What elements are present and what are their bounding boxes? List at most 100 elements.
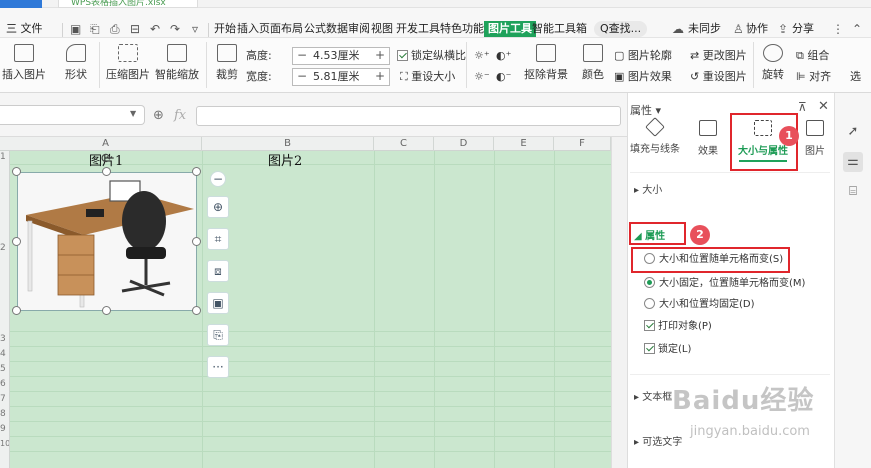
tab-smart-toolbox[interactable]: 智能工具箱 — [532, 21, 587, 37]
brightness-up-icon[interactable]: ☼⁺ — [474, 48, 490, 64]
width-stepper[interactable]: − 5.81厘米 + — [292, 68, 390, 86]
color-button[interactable]: 颜色 — [578, 44, 608, 82]
close-icon[interactable]: ✕ — [818, 99, 829, 114]
cell-b1[interactable]: 图片2 — [268, 151, 302, 169]
reset-picture-button[interactable]: ↺ 重设图片 — [690, 69, 747, 85]
collab-button[interactable]: 协作 — [746, 21, 768, 37]
shape-button[interactable]: 形状 — [58, 44, 94, 82]
contrast-up-icon[interactable]: ◐⁺ — [496, 48, 511, 64]
tab-home[interactable]: 开始 — [214, 21, 236, 37]
tab-review[interactable]: 审阅 — [348, 21, 370, 37]
properties-toggle-icon[interactable]: ⚌ — [843, 152, 863, 172]
tab-formula[interactable]: 公式 — [304, 21, 326, 37]
increase-icon[interactable]: + — [371, 48, 389, 64]
resize-handle[interactable] — [192, 167, 201, 176]
height-stepper[interactable]: − 4.53厘米 + — [292, 47, 390, 65]
section-alt-text[interactable]: ▸ 可选文字 — [634, 433, 682, 448]
tab-view[interactable]: 视图 — [371, 21, 393, 37]
chevron-down-icon[interactable]: ▼ — [130, 109, 136, 118]
tab-insert[interactable]: 插入 — [237, 21, 259, 37]
section-properties[interactable]: ◢ 属性 — [634, 227, 665, 242]
collapse-ribbon-icon[interactable]: ⌃ — [852, 22, 862, 36]
crop-icon[interactable]: ⌗ — [207, 228, 229, 250]
row-header[interactable]: 4 — [0, 349, 9, 359]
home-tab[interactable] — [0, 0, 42, 8]
rotate-handle-icon[interactable]: ⟳ — [101, 151, 113, 167]
search-box[interactable]: Q查找... — [594, 21, 648, 37]
tab-special[interactable]: 特色功能 — [440, 21, 484, 37]
reset-size-button[interactable]: ⛶ 重设大小 — [400, 69, 455, 85]
lock-ratio-checkbox[interactable]: 锁定纵横比 — [397, 48, 466, 64]
cursor-icon[interactable]: ➚ — [843, 122, 863, 142]
desk-chair-picture[interactable] — [17, 172, 197, 311]
compress-picture-button[interactable]: 压缩图片 — [106, 44, 150, 82]
brightness-down-icon[interactable]: ☼⁻ — [474, 69, 490, 85]
sync-status[interactable]: 未同步 — [688, 21, 721, 37]
select-button[interactable]: 选 — [850, 69, 861, 85]
picture-effect-button[interactable]: ▣ 图片效果 — [614, 69, 672, 85]
zoom-in-icon[interactable]: ⊕ — [207, 196, 229, 218]
contrast-down-icon[interactable]: ◐⁻ — [496, 69, 511, 85]
row-header[interactable]: 10 — [0, 439, 9, 448]
radio-resize-with-cells[interactable]: 大小和位置随单元格而变(S) — [644, 253, 783, 267]
column-header[interactable]: F — [554, 137, 611, 151]
resize-handle[interactable] — [12, 237, 21, 246]
quick-access-dropdown-icon[interactable]: ▿ — [192, 22, 198, 36]
row-header[interactable]: 5 — [0, 364, 9, 374]
tab-page-layout[interactable]: 页面布局 — [259, 21, 303, 37]
print-object-checkbox[interactable]: 打印对象(P) — [644, 320, 712, 334]
row-header[interactable]: 9 — [0, 424, 9, 434]
print-icon[interactable]: ⎙ — [110, 22, 120, 37]
row-header[interactable]: 3 — [0, 334, 9, 344]
more-icon[interactable]: ⋮ — [832, 22, 844, 36]
tab-fill-line[interactable]: 填充与线条 — [629, 116, 681, 155]
align-button[interactable]: ⊫ 对齐 — [796, 69, 831, 85]
column-header[interactable]: A — [10, 137, 202, 151]
save-icon[interactable]: ▣ — [70, 22, 81, 36]
row-header[interactable]: 1 — [0, 152, 9, 162]
tab-picture[interactable]: 图片 — [802, 116, 828, 157]
pin-icon[interactable]: ⊼ — [798, 100, 807, 114]
name-box[interactable] — [0, 105, 145, 125]
vertical-scrollbar[interactable] — [611, 137, 627, 468]
file-menu[interactable]: 三 文件 — [6, 21, 43, 37]
function-icon[interactable]: fx — [174, 108, 186, 123]
resize-handle[interactable] — [102, 306, 111, 315]
tab-developer[interactable]: 开发工具 — [396, 21, 440, 37]
undo-icon[interactable]: ↶ — [150, 22, 160, 36]
column-header[interactable]: C — [374, 137, 434, 151]
locked-checkbox[interactable]: 锁定(L) — [644, 343, 691, 357]
section-textbox[interactable]: ▸ 文本框 — [634, 388, 672, 403]
resize-handle[interactable] — [12, 306, 21, 315]
tab-effect[interactable]: 效果 — [692, 116, 724, 157]
formula-input[interactable] — [196, 106, 621, 126]
resize-handle[interactable] — [192, 306, 201, 315]
radio-fixed-size-position[interactable]: 大小和位置均固定(D) — [644, 298, 755, 312]
row-header[interactable]: 2 — [0, 243, 9, 253]
column-header[interactable]: E — [494, 137, 554, 151]
tab-picture-tools[interactable]: 图片工具 — [484, 21, 536, 37]
image-enhance-icon[interactable]: ▣ — [207, 292, 229, 314]
resize-handle[interactable] — [102, 167, 111, 176]
image-extract-icon[interactable]: ⎘ — [207, 324, 229, 346]
radio-fixed-size-move-with-cells[interactable]: 大小固定，位置随单元格而变(M) — [644, 277, 805, 291]
column-header[interactable]: D — [434, 137, 494, 151]
rotate-button[interactable]: 旋转 — [758, 44, 788, 82]
tab-data[interactable]: 数据 — [326, 21, 348, 37]
document-tab[interactable]: WPS表格插入图片.xlsx — [58, 0, 198, 8]
change-picture-button[interactable]: ⇄ 更改图片 — [690, 48, 747, 64]
row-header[interactable]: 6 — [0, 379, 9, 389]
print-preview-icon[interactable]: ⊟ — [130, 22, 140, 36]
crop-button[interactable]: 裁剪 — [212, 44, 242, 82]
decrease-icon[interactable]: − — [293, 48, 311, 64]
resize-handle[interactable] — [12, 167, 21, 176]
selection-pane-icon[interactable]: ⌸ — [843, 182, 863, 202]
resize-handle[interactable] — [192, 237, 201, 246]
picture-outline-button[interactable]: ▢ 图片轮廓 — [614, 48, 672, 64]
column-header[interactable]: B — [202, 137, 374, 151]
row-header[interactable]: 7 — [0, 394, 9, 404]
collapse-toolbar-icon[interactable]: − — [210, 171, 226, 187]
row-header[interactable]: 8 — [0, 409, 9, 419]
export-pdf-icon[interactable]: ⎗ — [90, 22, 100, 37]
share-button[interactable]: 分享 — [792, 21, 814, 37]
